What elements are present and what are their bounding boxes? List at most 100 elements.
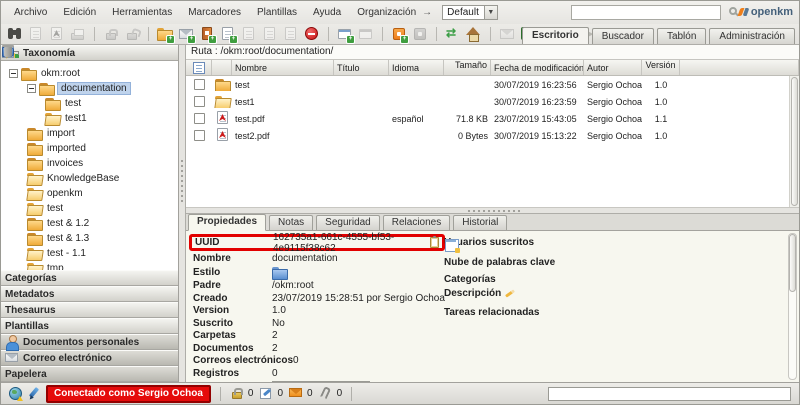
row-checkbox[interactable]: [194, 79, 205, 90]
table-scrollbar[interactable]: [789, 76, 799, 207]
tree-item-documentation[interactable]: documentation: [1, 81, 178, 96]
tree-item-test[interactable]: test: [1, 96, 178, 111]
checkin-document-icon[interactable]: [262, 26, 278, 42]
column-version[interactable]: Versión: [642, 60, 680, 75]
tab-relaciones[interactable]: Relaciones: [383, 215, 450, 230]
tab-tablon[interactable]: Tablón: [657, 28, 706, 44]
tree-item-test-1-3[interactable]: test & 1.3: [1, 231, 178, 246]
tree-item-tmp[interactable]: tmp: [1, 261, 178, 270]
menu-marcadores[interactable]: Marcadores: [188, 7, 241, 18]
table-row[interactable]: test.pdf español 71.8 KB 23/07/2019 15:4…: [186, 110, 799, 127]
select-all-icon[interactable]: [193, 62, 205, 74]
tree-item-knowledgebase[interactable]: KnowledgeBase: [1, 171, 178, 186]
create-folder-icon[interactable]: [157, 26, 173, 42]
status-quick-input[interactable]: [548, 387, 791, 401]
tab-historial[interactable]: Historial: [453, 215, 507, 230]
add-note-icon[interactable]: [337, 26, 353, 42]
menu-ayuda[interactable]: Ayuda: [313, 7, 341, 18]
home-icon[interactable]: [466, 26, 482, 42]
tab-buscador[interactable]: Buscador: [592, 28, 654, 44]
menu-plantillas[interactable]: Plantillas: [257, 7, 297, 18]
delete-document-icon[interactable]: [283, 26, 299, 42]
lock-icon[interactable]: [103, 26, 119, 42]
tab-notas[interactable]: Notas: [269, 215, 313, 230]
edit-description-icon[interactable]: [505, 289, 518, 298]
select-all-header[interactable]: [186, 60, 212, 75]
column-idioma[interactable]: Idioma: [389, 60, 444, 75]
tree-item-test-2[interactable]: test: [1, 201, 178, 216]
tree-item-import[interactable]: import: [1, 126, 178, 141]
quick-search-input[interactable]: [571, 5, 721, 20]
cancel-checkout-icon[interactable]: [304, 26, 320, 42]
copy-to-clipboard-icon[interactable]: [430, 237, 439, 248]
status-separator: [220, 387, 221, 401]
folder-open-icon: [27, 187, 42, 200]
tree-item-openkm[interactable]: openkm: [1, 186, 178, 201]
stack-header-taxonomia[interactable]: Taxonomía: [1, 45, 178, 61]
create-mail-icon[interactable]: [178, 26, 194, 42]
menu-archivo[interactable]: Archivo: [14, 7, 47, 18]
forward-mail-icon[interactable]: [499, 26, 515, 42]
table-row[interactable]: test 30/07/2019 16:23:56 Sergio Ochoa 1.…: [186, 76, 799, 93]
type-column-header[interactable]: [212, 60, 232, 75]
folder-icon: [27, 157, 42, 170]
refresh-icon[interactable]: [445, 26, 461, 42]
collapse-icon[interactable]: [9, 69, 18, 78]
row-checkbox[interactable]: [194, 113, 205, 124]
properties-scrollbar[interactable]: [788, 233, 797, 380]
stack-header-correo-electronico[interactable]: Correo electrónico: [1, 350, 178, 366]
table-row[interactable]: test2.pdf 0 Bytes 30/07/2019 15:13:22 Se…: [186, 127, 799, 144]
stack-header-plantillas[interactable]: Plantillas: [1, 318, 178, 334]
column-autor[interactable]: Autor: [584, 60, 642, 75]
tab-escritorio[interactable]: Escritorio: [522, 27, 589, 44]
tree-item-invoices[interactable]: invoices: [1, 156, 178, 171]
status-separator: [351, 387, 352, 401]
property-label: Registros: [193, 368, 272, 379]
find-icon[interactable]: [7, 26, 23, 42]
remove-note-icon[interactable]: [358, 26, 374, 42]
scrollbar-thumb[interactable]: [789, 234, 796, 292]
counter-value: 0: [277, 388, 283, 399]
stack-header-metadatos[interactable]: Metadatos: [1, 286, 178, 302]
convert-document-icon[interactable]: [49, 26, 65, 42]
column-tamano[interactable]: Tamaño: [444, 60, 491, 75]
add-document-icon[interactable]: [220, 26, 236, 42]
horizontal-splitter[interactable]: [186, 207, 799, 214]
stack-header-documentos-personales[interactable]: Documentos personales: [1, 334, 178, 350]
tree-item-imported[interactable]: imported: [1, 141, 178, 156]
menu-organizacion[interactable]: Organización: [357, 7, 416, 18]
row-checkbox[interactable]: [194, 96, 205, 107]
search-icon[interactable]: [729, 7, 737, 15]
collapse-icon[interactable]: [27, 84, 36, 93]
scrollbar-thumb[interactable]: [791, 77, 798, 206]
stack-header-papelera[interactable]: Papelera: [1, 366, 178, 382]
tab-seguridad[interactable]: Seguridad: [316, 215, 380, 230]
stack-header-categorias[interactable]: Categorías: [1, 270, 178, 286]
column-titulo[interactable]: Título: [334, 60, 389, 75]
checkout-document-icon[interactable]: [241, 26, 257, 42]
workflow-icon[interactable]: [412, 26, 428, 42]
edit-categories-icon[interactable]: [445, 239, 459, 252]
column-nombre[interactable]: Nombre: [232, 60, 334, 75]
vertical-splitter[interactable]: [179, 45, 186, 382]
start-workflow-icon[interactable]: [391, 26, 407, 42]
tree-item-test-1-2[interactable]: test & 1.2: [1, 216, 178, 231]
tab-administracion[interactable]: Administración: [709, 28, 795, 44]
tree-item-test-1-1[interactable]: test - 1.1: [1, 246, 178, 261]
style-folder-icon[interactable]: [272, 266, 287, 279]
print-icon[interactable]: [70, 26, 86, 42]
unlock-icon[interactable]: [124, 26, 140, 42]
tree-item-okm-root[interactable]: okm:root: [1, 66, 178, 81]
row-checkbox[interactable]: [194, 130, 205, 141]
tree-item-test1[interactable]: test1: [1, 111, 178, 126]
create-record-icon[interactable]: [199, 26, 215, 42]
table-row[interactable]: test1 30/07/2019 16:23:59 Sergio Ochoa 1…: [186, 93, 799, 110]
stack-header-thesaurus[interactable]: Thesaurus: [1, 302, 178, 318]
menu-bar: Archivo Edición Herramientas Marcadores …: [1, 1, 799, 24]
profile-select[interactable]: Default ▼: [442, 5, 498, 20]
column-fecha[interactable]: Fecha de modificación: [491, 60, 584, 75]
menu-edicion[interactable]: Edición: [63, 7, 96, 18]
menu-herramientas[interactable]: Herramientas: [112, 7, 172, 18]
download-document-icon[interactable]: [28, 26, 44, 42]
tab-propiedades[interactable]: Propiedades: [188, 214, 266, 231]
